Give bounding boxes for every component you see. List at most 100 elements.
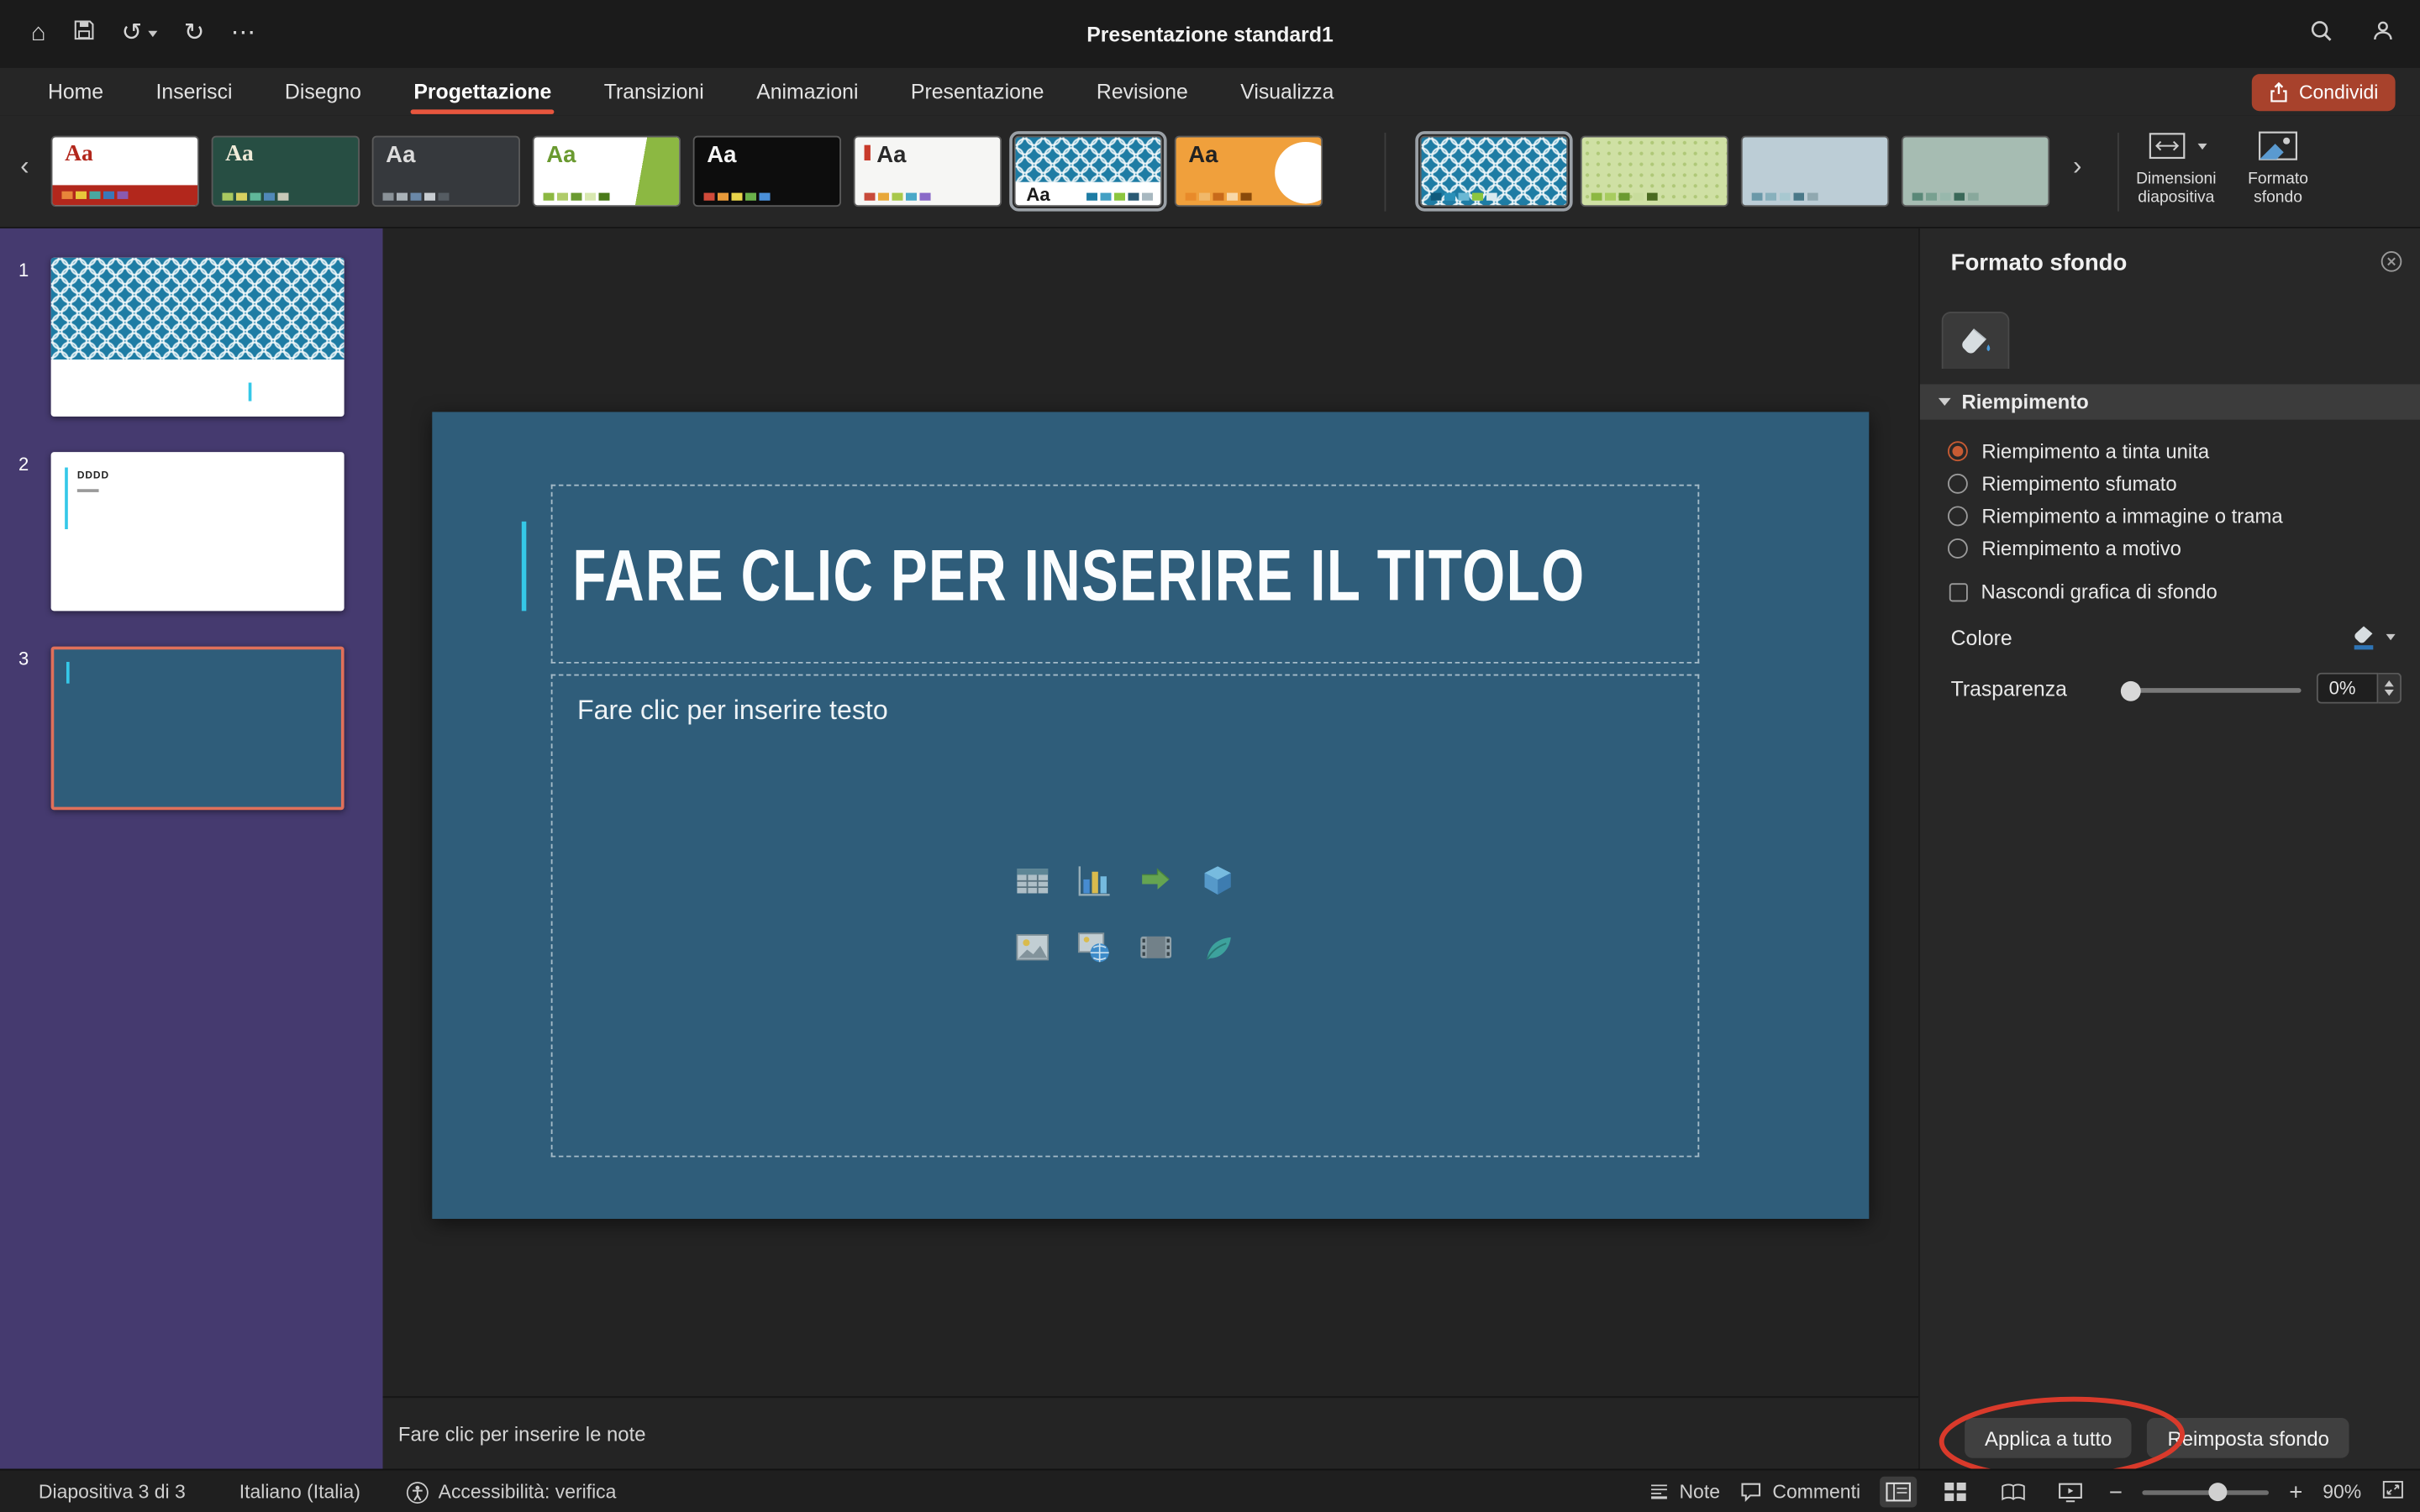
comment-icon	[1740, 1481, 1764, 1503]
slide-size-button[interactable]: Dimensioni diapositiva	[2130, 129, 2223, 207]
share-button[interactable]: Condividi	[2251, 73, 2396, 110]
insert-smartart-button[interactable]	[1136, 861, 1176, 909]
slide-thumbnail-1[interactable]	[51, 258, 345, 417]
insert-table-button[interactable]	[1013, 861, 1053, 909]
tab-inserisci[interactable]: Inserisci	[129, 68, 258, 116]
reset-background-button[interactable]: Reimposta sfondo	[2148, 1418, 2349, 1458]
tab-revisione[interactable]: Revisione	[1071, 68, 1214, 116]
ribbon-tab-bar: Home Inserisci Disegno Progettazione Tra…	[0, 68, 2420, 116]
theme-thumbnail-4[interactable]: Aa	[533, 136, 681, 207]
zoom-level[interactable]: 90%	[2323, 1481, 2361, 1503]
undo-button[interactable]: ↺	[121, 22, 157, 46]
more-commands-button[interactable]: ⋯	[231, 22, 255, 46]
tab-presentazione[interactable]: Presentazione	[885, 68, 1071, 116]
insert-chart-button[interactable]	[1074, 861, 1114, 909]
tab-disegno[interactable]: Disegno	[259, 68, 387, 116]
format-background-button[interactable]: Formato sfondo	[2232, 129, 2324, 207]
tab-transizioni[interactable]: Transizioni	[578, 68, 730, 116]
slider-thumb[interactable]	[2121, 680, 2141, 701]
transparency-slider[interactable]	[2123, 688, 2301, 693]
slide-thumbnail-3-selected[interactable]	[51, 647, 345, 811]
format-background-pane: Formato sfondo Riempimento Riempimento a…	[1918, 228, 2420, 1469]
fit-to-window-button[interactable]	[2381, 1479, 2405, 1504]
option-pattern-fill[interactable]: Riempimento a motivo	[1948, 533, 2407, 565]
account-button[interactable]	[2370, 18, 2395, 50]
accessibility-label: Accessibilità: verifica	[439, 1481, 617, 1503]
theme-preview-text: Aa	[386, 144, 415, 167]
theme-thumbnail-5[interactable]: Aa	[693, 136, 841, 207]
fill-section-header[interactable]: Riempimento	[1920, 384, 2420, 419]
option-hide-background[interactable]: Nascondi grafica di sfondo	[1948, 575, 2407, 608]
format-background-icon	[2256, 129, 2299, 163]
tab-visualizza[interactable]: Visualizza	[1214, 68, 1360, 116]
tab-progettazione[interactable]: Progettazione	[387, 68, 577, 116]
content-insert-icons	[1013, 861, 1238, 975]
insert-online-picture-button[interactable]	[1074, 927, 1114, 975]
theme-thumbnail-3[interactable]: Aa	[372, 136, 520, 207]
insert-3d-model-button[interactable]	[1197, 861, 1238, 909]
chart-icon	[1074, 861, 1114, 901]
transparency-value-field[interactable]: 0%	[2317, 673, 2378, 704]
chevron-left-icon: ‹	[20, 151, 29, 181]
theme-thumbnail-1[interactable]: Aa	[51, 136, 199, 207]
title-placeholder[interactable]: FARE CLIC PER INSERIRE IL TITOLO	[551, 485, 1700, 664]
palette-strip	[1591, 193, 1658, 201]
home-button[interactable]: ⌂	[31, 22, 46, 46]
tab-animazioni[interactable]: Animazioni	[730, 68, 885, 116]
gallery-scroll-right-button[interactable]: ›	[2065, 153, 2090, 179]
gallery-scroll-left-button[interactable]: ‹	[13, 153, 37, 179]
theme-pattern-preview	[1016, 137, 1161, 181]
insert-picture-button[interactable]	[1013, 927, 1053, 975]
notes-toggle-button[interactable]: Note	[1649, 1470, 1720, 1512]
slide-size-label: Dimensioni diapositiva	[2130, 170, 2223, 207]
search-button[interactable]	[2309, 18, 2333, 50]
zoom-in-button[interactable]: +	[2289, 1480, 2302, 1504]
slide-canvas[interactable]: FARE CLIC PER INSERIRE IL TITOLO Fare cl…	[432, 412, 1869, 1219]
variant-thumbnail-2[interactable]	[1581, 136, 1728, 207]
slide-sorter-view-button[interactable]	[1938, 1477, 1975, 1508]
transparency-stepper[interactable]	[2378, 673, 2402, 704]
slideshow-view-button[interactable]	[2052, 1477, 2089, 1508]
slide-counter[interactable]: Diapositiva 3 di 3	[39, 1470, 186, 1512]
notes-area[interactable]: Fare clic per inserire le note	[383, 1396, 1919, 1468]
theme-preview-text: Aa	[1026, 185, 1050, 203]
slide-thumbnail-2[interactable]: DDDD	[51, 452, 345, 611]
variant-thumbnail-1-selected[interactable]	[1420, 136, 1568, 207]
fill-tab[interactable]	[1942, 312, 2010, 369]
tab-home[interactable]: Home	[22, 68, 130, 116]
theme-thumbnail-6[interactable]: Aa	[854, 136, 1002, 207]
fill-section-label: Riempimento	[1961, 391, 2088, 414]
reading-view-button[interactable]	[1995, 1477, 2032, 1508]
option-solid-fill[interactable]: Riempimento a tinta unita	[1948, 435, 2407, 468]
insert-video-button[interactable]	[1136, 927, 1176, 975]
theme-thumbnail-8[interactable]: Aa	[1175, 136, 1323, 207]
language-indicator[interactable]: Italiano (Italia)	[239, 1470, 360, 1512]
save-icon	[72, 18, 96, 42]
content-placeholder[interactable]: Fare clic per inserire testo	[551, 675, 1700, 1158]
person-icon	[2370, 18, 2395, 42]
pane-footer-buttons: Applica a tutto Reimposta sfondo	[1965, 1418, 2349, 1458]
comments-toggle-button[interactable]: Commenti	[1740, 1470, 1860, 1512]
pane-close-button[interactable]	[2380, 250, 2403, 274]
theme-thumbnail-2[interactable]: Aa	[212, 136, 360, 207]
palette-strip	[544, 193, 610, 201]
zoom-slider[interactable]	[2143, 1489, 2270, 1494]
ellipsis-icon: ⋯	[231, 20, 255, 46]
insert-stock-image-button[interactable]	[1197, 927, 1238, 975]
gallery-divider	[2118, 133, 2119, 212]
chevron-down-icon	[2386, 634, 2396, 640]
normal-view-button[interactable]	[1881, 1477, 1918, 1508]
color-picker-button[interactable]	[2344, 620, 2402, 654]
variant-thumbnail-3[interactable]	[1741, 136, 1889, 207]
color-row: Colore	[1951, 620, 2402, 654]
variant-thumbnail-4[interactable]	[1902, 136, 2049, 207]
redo-button[interactable]: ↻	[184, 22, 205, 46]
zoom-slider-thumb[interactable]	[2209, 1483, 2228, 1501]
save-button[interactable]	[72, 18, 96, 50]
accessibility-checker[interactable]: Accessibilità: verifica	[406, 1470, 616, 1512]
theme-thumbnail-7-selected[interactable]: Aa	[1014, 136, 1162, 207]
apply-to-all-button[interactable]: Applica a tutto	[1965, 1418, 2132, 1458]
option-picture-fill[interactable]: Riempimento a immagine o trama	[1948, 500, 2407, 533]
option-gradient-fill[interactable]: Riempimento sfumato	[1948, 468, 2407, 501]
zoom-out-button[interactable]: −	[2109, 1480, 2123, 1504]
